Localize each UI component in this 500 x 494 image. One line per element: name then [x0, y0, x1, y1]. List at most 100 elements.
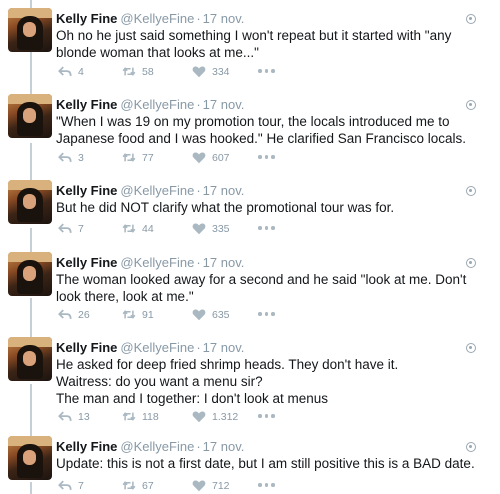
author-handle[interactable]: @KellyeFine	[120, 255, 194, 270]
more-dots-icon[interactable]	[258, 155, 275, 159]
retweet-count: 67	[142, 479, 154, 492]
tweet[interactable]: Kelly Fine @KellyeFine · 17 nov. "When I wa…	[0, 94, 500, 176]
retweet-icon	[122, 224, 136, 233]
retweet-button[interactable]: 67	[122, 479, 154, 492]
tweet-header: Kelly Fine @KellyeFine · 17 nov.	[56, 11, 245, 26]
heart-icon	[192, 152, 206, 164]
like-count: 712	[212, 479, 230, 492]
like-button[interactable]: 635	[192, 308, 230, 321]
reply-button[interactable]: 3	[58, 151, 84, 164]
like-button[interactable]: 334	[192, 65, 230, 78]
heart-icon	[192, 66, 206, 78]
retweet-icon	[122, 67, 136, 76]
avatar[interactable]	[8, 337, 52, 381]
reply-count: 4	[78, 65, 84, 78]
tweet-text: The woman looked away for a second and h…	[56, 272, 467, 304]
retweet-button[interactable]: 44	[122, 222, 154, 235]
tweet-text-line: He asked for deep fried shrimp heads. Th…	[56, 357, 399, 372]
tweet[interactable]: Kelly Fine @KellyeFine · 17 nov. Update: th…	[0, 436, 500, 494]
like-button[interactable]: 712	[192, 479, 230, 492]
like-count: 335	[212, 222, 230, 235]
caret-menu-icon[interactable]	[466, 442, 476, 452]
like-count: 607	[212, 151, 230, 164]
author-name[interactable]: Kelly Fine	[56, 183, 117, 198]
tweet-header: Kelly Fine @KellyeFine · 17 nov.	[56, 183, 245, 198]
reply-button[interactable]: 26	[58, 308, 90, 321]
caret-menu-icon[interactable]	[466, 258, 476, 268]
author-handle[interactable]: @KellyeFine	[120, 97, 194, 112]
timestamp[interactable]: 17 nov.	[203, 97, 245, 112]
author-name[interactable]: Kelly Fine	[56, 11, 117, 26]
timestamp[interactable]: 17 nov.	[203, 255, 245, 270]
tweet-header: Kelly Fine @KellyeFine · 17 nov.	[56, 97, 245, 112]
avatar[interactable]	[8, 8, 52, 52]
caret-menu-icon[interactable]	[466, 186, 476, 196]
tweet-text: "When I was 19 on my promotion tour, the…	[56, 114, 467, 146]
tweet[interactable]: Kelly Fine @KellyeFine · 17 nov. The woman …	[0, 252, 500, 334]
timestamp[interactable]: 17 nov.	[203, 340, 245, 355]
caret-menu-icon[interactable]	[466, 100, 476, 110]
avatar[interactable]	[8, 436, 52, 480]
reply-count: 7	[78, 479, 84, 492]
tweet-text: Oh no he just said something I won't rep…	[56, 28, 452, 60]
retweet-count: 44	[142, 222, 154, 235]
author-name[interactable]: Kelly Fine	[56, 255, 117, 270]
more-dots-icon[interactable]	[258, 483, 275, 487]
retweet-button[interactable]: 77	[122, 151, 154, 164]
reply-icon	[58, 152, 72, 162]
retweet-count: 77	[142, 151, 154, 164]
tweet[interactable]: Kelly Fine @KellyeFine · 17 nov. He asked f…	[0, 337, 500, 433]
author-handle[interactable]: @KellyeFine	[120, 183, 194, 198]
tweet-header: Kelly Fine @KellyeFine · 17 nov.	[56, 340, 245, 355]
caret-menu-icon[interactable]	[466, 14, 476, 24]
reply-icon	[58, 223, 72, 233]
reply-button[interactable]: 7	[58, 479, 84, 492]
timestamp[interactable]: 17 nov.	[203, 183, 245, 198]
tweet-text: But he did NOT clarify what the promotio…	[56, 200, 395, 215]
reply-count: 3	[78, 151, 84, 164]
retweet-button[interactable]: 58	[122, 65, 154, 78]
retweet-icon	[122, 481, 136, 490]
tweet[interactable]: Kelly Fine @KellyeFine · 17 nov. But he did…	[0, 180, 500, 246]
author-name[interactable]: Kelly Fine	[56, 439, 117, 454]
author-handle[interactable]: @KellyeFine	[120, 439, 194, 454]
retweet-icon	[122, 153, 136, 162]
reply-button[interactable]: 13	[58, 410, 90, 423]
reply-count: 26	[78, 308, 90, 321]
reply-count: 7	[78, 222, 84, 235]
retweet-button[interactable]: 91	[122, 308, 154, 321]
retweet-button[interactable]: 118	[122, 410, 159, 423]
author-handle[interactable]: @KellyeFine	[120, 340, 194, 355]
like-count: 1.312	[212, 410, 239, 423]
avatar[interactable]	[8, 252, 52, 296]
more-dots-icon[interactable]	[258, 69, 275, 73]
author-name[interactable]: Kelly Fine	[56, 340, 117, 355]
reply-count: 13	[78, 410, 90, 423]
tweet-header: Kelly Fine @KellyeFine · 17 nov.	[56, 255, 245, 270]
reply-icon	[58, 480, 72, 490]
reply-icon	[58, 309, 72, 319]
caret-menu-icon[interactable]	[466, 343, 476, 353]
timestamp[interactable]: 17 nov.	[203, 11, 245, 26]
author-handle[interactable]: @KellyeFine	[120, 11, 194, 26]
author-name[interactable]: Kelly Fine	[56, 97, 117, 112]
more-dots-icon[interactable]	[258, 312, 275, 316]
more-dots-icon[interactable]	[258, 414, 275, 418]
more-dots-icon[interactable]	[258, 226, 275, 230]
retweet-count: 118	[142, 410, 159, 423]
reply-button[interactable]: 4	[58, 65, 84, 78]
like-count: 635	[212, 308, 230, 321]
like-count: 334	[212, 65, 230, 78]
tweet-text: Update: this is not a first date, but I …	[56, 456, 475, 471]
like-button[interactable]: 607	[192, 151, 230, 164]
reply-icon	[58, 66, 72, 76]
timestamp[interactable]: 17 nov.	[203, 439, 245, 454]
thread-line	[30, 0, 32, 8]
avatar[interactable]	[8, 180, 52, 224]
like-button[interactable]: 1.312	[192, 410, 238, 423]
tweet[interactable]: Kelly Fine @KellyeFine · 17 nov. Oh no he j…	[0, 8, 500, 90]
avatar[interactable]	[8, 94, 52, 138]
like-button[interactable]: 335	[192, 222, 230, 235]
heart-icon	[192, 309, 206, 321]
reply-button[interactable]: 7	[58, 222, 84, 235]
